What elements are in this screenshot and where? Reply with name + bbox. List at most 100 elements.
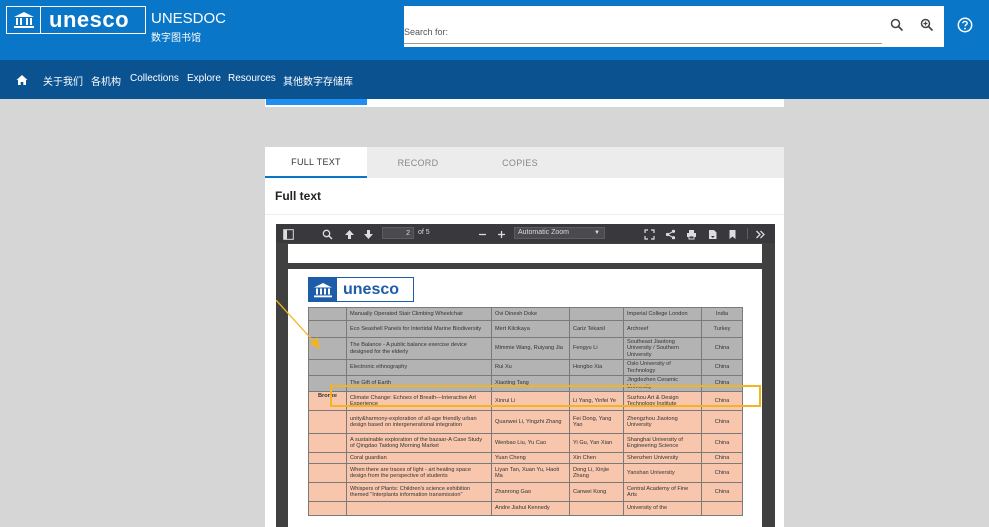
institution-cell: Oslo University of Technology bbox=[623, 359, 702, 377]
supervisors-cell: Fei Dong, Yang Yao bbox=[569, 409, 624, 434]
country-cell: China bbox=[701, 336, 743, 361]
authors-cell: Quanwei Li, Yingzhi Zhang bbox=[491, 409, 570, 434]
country-cell bbox=[701, 500, 743, 516]
supervisors-cell bbox=[569, 500, 624, 516]
level-cell bbox=[308, 432, 347, 453]
online-option[interactable] bbox=[266, 99, 367, 105]
top-header: unesco UNESDOC 数字图书馆 bbox=[0, 0, 989, 60]
table-row: Eco Seashell Panels for Intertidal Marin… bbox=[308, 320, 743, 338]
temple-icon bbox=[309, 278, 337, 301]
nav-item-about[interactable]: 关于我们 bbox=[43, 73, 83, 88]
search-box bbox=[404, 6, 944, 47]
section-title: Full text bbox=[275, 189, 322, 203]
fullscreen-icon[interactable] bbox=[644, 227, 656, 240]
home-icon[interactable] bbox=[16, 73, 28, 85]
supervisors-cell: Xin Chen bbox=[569, 451, 624, 464]
temple-icon bbox=[7, 7, 41, 33]
search-input[interactable] bbox=[404, 20, 882, 44]
nav-item-resources[interactable]: Resources bbox=[228, 73, 276, 84]
table-row: A sustainable exploration of the bazaar-… bbox=[308, 432, 743, 453]
unesco-logo[interactable]: unesco bbox=[6, 6, 146, 34]
institution-cell: Zhengzhou Jiaotong University bbox=[623, 409, 702, 434]
table-row: Manually Operated Stair Climbing Wheelch… bbox=[308, 307, 743, 321]
authors-cell: Mimmie Wang, Ruiyang Jia bbox=[491, 336, 570, 361]
authors-cell: Wenbao Liu, Yu Cao bbox=[491, 432, 570, 453]
more-tools-icon[interactable] bbox=[755, 227, 767, 239]
supervisors-cell: Canwei Kong bbox=[569, 481, 624, 502]
nav-item-collections[interactable]: Collections bbox=[130, 73, 179, 84]
supervisors-cell: Fengyu Li bbox=[569, 336, 624, 361]
country-cell: China bbox=[701, 451, 743, 464]
download-icon[interactable] bbox=[707, 227, 719, 239]
pdf-page-current: unesco Manually Operated Stair Climbing … bbox=[288, 269, 762, 527]
page-number-input[interactable] bbox=[382, 227, 414, 239]
authors-cell: Liyan Tan, Xuan Yu, Haoti Ma bbox=[491, 462, 570, 483]
zoom-select[interactable]: Automatic Zoom ▼ bbox=[514, 227, 605, 239]
search-icon[interactable] bbox=[890, 18, 906, 34]
level-cell bbox=[308, 500, 347, 516]
bookmark-icon[interactable] bbox=[727, 227, 739, 239]
table-row: Whispers of Plants: Children's science e… bbox=[308, 481, 743, 502]
project-cell: The Balance - A public balance exercise … bbox=[346, 336, 492, 361]
zoom-in-icon[interactable] bbox=[496, 227, 508, 239]
divider bbox=[265, 214, 784, 215]
country-cell: India bbox=[701, 307, 743, 321]
authors-cell: Mert Kilcikaya bbox=[491, 320, 570, 338]
country-cell: China bbox=[701, 409, 743, 434]
page-down-icon[interactable] bbox=[363, 227, 375, 239]
level-cell bbox=[308, 359, 347, 377]
print-icon[interactable] bbox=[686, 227, 698, 240]
project-cell bbox=[346, 500, 492, 516]
project-cell: Electronic ethnography bbox=[346, 359, 492, 377]
supervisors-cell: Hongbo Xia bbox=[569, 359, 624, 377]
table-row: unity&harmony-exploration of all-age fri… bbox=[308, 409, 743, 434]
awards-table: Manually Operated Stair Climbing Wheelch… bbox=[308, 307, 743, 516]
level-cell bbox=[308, 481, 347, 502]
sidebar-toggle-icon[interactable] bbox=[283, 227, 295, 240]
chevron-down-icon: ▼ bbox=[594, 230, 600, 236]
pdf-viewer[interactable]: of 5 Automatic Zoom ▼ bbox=[276, 224, 775, 527]
project-cell: Coral guardian bbox=[346, 451, 492, 464]
project-cell: Whispers of Plants: Children's science e… bbox=[346, 481, 492, 502]
authors-cell: Yuan Cheng bbox=[491, 451, 570, 464]
tab-record[interactable]: RECORD bbox=[367, 147, 469, 178]
nav-item-other-repositories[interactable]: 其他数字存储库 bbox=[283, 73, 353, 88]
zoom-out-icon[interactable] bbox=[477, 227, 489, 239]
table-row: The Balance - A public balance exercise … bbox=[308, 336, 743, 361]
highlight-box bbox=[330, 385, 761, 407]
institution-cell: Imperial College London bbox=[623, 307, 702, 321]
institution-cell: Archreef bbox=[623, 320, 702, 338]
help-circle-icon[interactable] bbox=[957, 17, 973, 33]
zoom-search-icon[interactable] bbox=[920, 18, 936, 34]
page-up-icon[interactable] bbox=[344, 227, 356, 239]
nav-item-explore[interactable]: Explore bbox=[187, 73, 221, 84]
table-row: When there are traces of light - art hea… bbox=[308, 462, 743, 483]
brand-subtitle: 数字图书馆 bbox=[151, 33, 201, 44]
zoom-select-value: Automatic Zoom bbox=[518, 229, 569, 236]
brand-title[interactable]: UNESDOC bbox=[151, 10, 226, 27]
project-cell: When there are traces of light - art hea… bbox=[346, 462, 492, 483]
page-total-label: of 5 bbox=[418, 229, 430, 236]
tab-copies[interactable]: COPIES bbox=[469, 147, 571, 178]
institution-cell: University of the bbox=[623, 500, 702, 516]
supervisors-cell: Yi Gu, Yan Xian bbox=[569, 432, 624, 453]
authors-cell: Andre Jiahui Kennedy bbox=[491, 500, 570, 516]
table-row: Electronic ethnography Rui Xu Hongbo Xia Os… bbox=[308, 359, 743, 377]
country-cell: Turkey bbox=[701, 320, 743, 338]
authors-cell: Rui Xu bbox=[491, 359, 570, 377]
country-cell: China bbox=[701, 481, 743, 502]
table-row: Coral guardian Yuan Cheng Xin Chen Shenzhen… bbox=[308, 451, 743, 464]
annotation-arrow bbox=[276, 300, 320, 349]
logo-wordmark: unesco bbox=[49, 7, 130, 32]
authors-cell: Zhanrong Gao bbox=[491, 481, 570, 502]
institution-cell: Shenzhen University bbox=[623, 451, 702, 464]
nav-item-agencies[interactable]: 各机构 bbox=[91, 73, 121, 88]
supervisors-cell: Cariz Tekanil bbox=[569, 320, 624, 338]
main-nav: 关于我们 各机构 Collections Explore Resources 其… bbox=[0, 60, 989, 99]
find-icon[interactable] bbox=[322, 227, 334, 240]
share-icon[interactable] bbox=[665, 227, 677, 240]
tab-full-text[interactable]: FULL TEXT bbox=[265, 147, 367, 178]
country-cell: China bbox=[701, 359, 743, 377]
project-cell: Manually Operated Stair Climbing Wheelch… bbox=[346, 307, 492, 321]
project-cell: unity&harmony-exploration of all-age fri… bbox=[346, 409, 492, 434]
